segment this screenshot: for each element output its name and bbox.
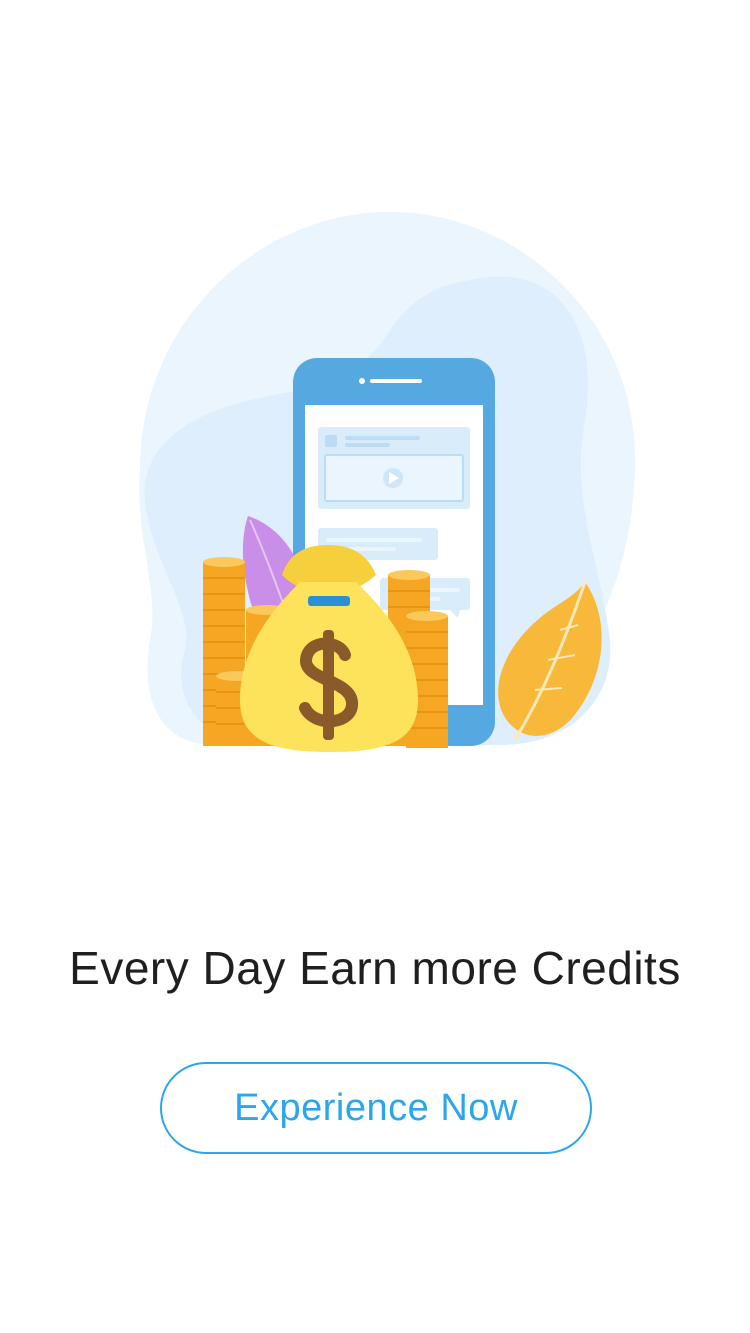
- experience-now-label: Experience Now: [234, 1086, 518, 1129]
- play-icon: [383, 468, 403, 488]
- onboarding-screen: Every Day Earn more Credits Experience N…: [0, 0, 750, 1333]
- experience-now-button[interactable]: Experience Now: [160, 1062, 592, 1154]
- onboarding-tagline: Every Day Earn more Credits: [69, 942, 681, 994]
- earn-credits-illustration: [139, 212, 635, 752]
